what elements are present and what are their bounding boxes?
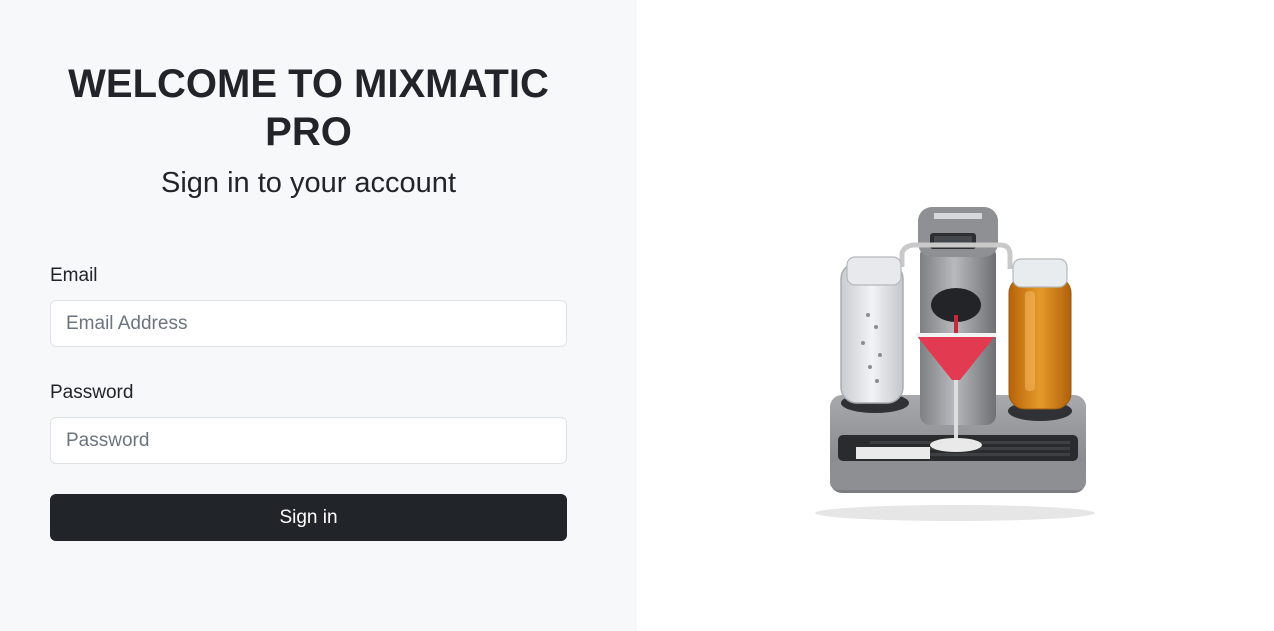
cocktail-machine-image	[815, 207, 1095, 521]
email-field[interactable]	[50, 300, 567, 347]
page-title: WELCOME TO MIXMATIC PRO	[68, 62, 549, 154]
sign-in-button[interactable]: Sign in	[50, 494, 567, 541]
login-panel: WELCOME TO MIXMATIC PRO Sign in to your …	[0, 0, 637, 631]
email-label: Email	[50, 265, 98, 286]
password-label: Password	[50, 382, 134, 403]
password-field[interactable]	[50, 417, 567, 464]
page-subtitle: Sign in to your account	[160, 167, 456, 199]
